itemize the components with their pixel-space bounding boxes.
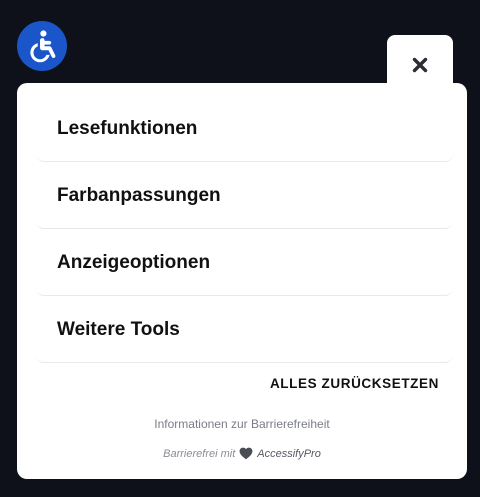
menu-item-label: Farbanpassungen xyxy=(57,184,221,206)
accessibility-info-link[interactable]: Informationen zur Barrierefreiheit xyxy=(17,417,467,431)
accessibility-panel: Lesefunktionen Farbanpassungen Anzeigeop… xyxy=(17,83,467,479)
accessibility-toggle-button[interactable] xyxy=(17,21,67,71)
panel-menu: Lesefunktionen Farbanpassungen Anzeigeop… xyxy=(36,96,453,364)
menu-item-weitere-tools[interactable]: Weitere Tools xyxy=(36,297,453,363)
menu-item-label: Weitere Tools xyxy=(57,318,180,340)
wheelchair-icon xyxy=(30,30,56,63)
reset-all-button[interactable]: ALLES ZURÜCKSETZEN xyxy=(270,376,439,391)
powered-by-brand: AccessifyPro xyxy=(257,447,321,460)
menu-item-label: Anzeigeoptionen xyxy=(57,251,211,273)
menu-item-lesefunktionen[interactable]: Lesefunktionen xyxy=(36,96,453,162)
powered-by-prefix: Barrierefrei mit xyxy=(163,447,236,460)
close-icon xyxy=(412,57,428,73)
powered-by[interactable]: Barrierefrei mit AccessifyPro xyxy=(17,447,467,460)
menu-item-label: Lesefunktionen xyxy=(57,117,198,139)
menu-item-anzeigeoptionen[interactable]: Anzeigeoptionen xyxy=(36,230,453,296)
heart-icon xyxy=(239,447,253,460)
menu-item-farbanpassungen[interactable]: Farbanpassungen xyxy=(36,163,453,229)
